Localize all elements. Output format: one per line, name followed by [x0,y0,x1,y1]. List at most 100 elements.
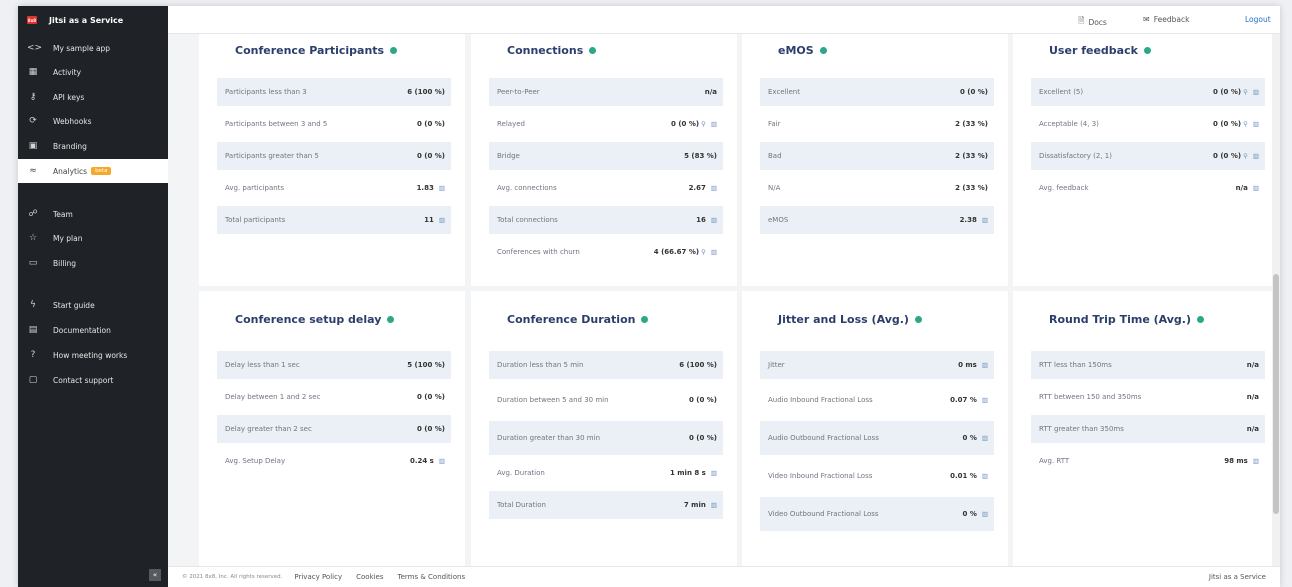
bar-chart-icon[interactable]: ▥ [1253,88,1259,96]
sidebar-item-api-keys[interactable]: ⚷ API keys [18,85,168,109]
metric-label: Jitter [768,361,785,369]
metric-value-group: 4 (66.67 %) ⚲ ▥ [654,248,717,256]
vertical-scrollbar[interactable] [1272,34,1280,566]
bar-chart-icon[interactable]: ▥ [711,469,717,477]
card-emos: eMOS Excellent 0 (0 %) Fair 2 (33 %) Bad 2 (33… [742,34,1008,286]
bar-chart-icon[interactable]: ▥ [711,120,717,128]
sidebar-item-my-sample-app[interactable]: <> My sample app [18,36,168,60]
bar-chart-icon[interactable]: ▥ [439,457,445,465]
metric-row: Avg. RTT 98 ms ▥ [1031,447,1265,475]
metric-row: Total Duration 7 min ▥ [489,491,723,519]
metric-row: Audio Inbound Fractional Loss 0.07 % ▥ [760,383,994,417]
metric-value-group: 0 (0 %) [417,425,445,433]
metric-value: 7 min [683,501,706,509]
metric-value: 2 (33 %) [955,120,988,128]
metric-value-group: 5 (100 %) [407,361,445,369]
metric-value-group: 0.24 s ▥ [410,457,445,465]
bar-chart-icon[interactable]: ▥ [711,216,717,224]
magnifier-icon[interactable]: ⚲ [1243,120,1248,128]
metric-value-group: 0 ms ▥ [958,361,988,369]
bar-chart-icon[interactable]: ▥ [982,396,988,404]
docs-link[interactable]: 🗎 Docs [1078,15,1107,29]
bar-chart-icon[interactable]: ▥ [711,501,717,509]
copyright: © 2021 8x8, Inc. All rights reserved. [182,574,283,580]
metric-value: 0 (0 %) [416,120,445,128]
metric-value-group: n/a [1247,393,1259,401]
bar-chart-icon[interactable]: ▥ [982,434,988,442]
metric-row: Video Outbound Fractional Loss 0 % ▥ [760,497,994,531]
metric-label: Delay between 1 and 2 sec [225,393,321,401]
bar-chart-icon[interactable]: ▥ [1253,457,1259,465]
metric-value: 0 (0 %) [688,396,717,404]
metric-row: Total connections 16 ▥ [489,206,723,234]
bar-chart-icon[interactable]: ▥ [439,216,445,224]
metric-value-group: 0 (0 %) [960,88,988,96]
bar-chart-icon[interactable]: ▥ [982,510,988,518]
metric-row: Participants less than 3 6 (100 %) [217,78,451,106]
bar-chart-icon[interactable]: ▥ [982,216,988,224]
documentation-icon: ▤ [28,325,38,335]
metric-label: Avg. Duration [497,469,545,477]
start-guide-icon: ϟ [30,300,36,310]
metric-value: 2.67 [688,184,706,192]
sidebar-item-how-meeting-works[interactable]: ? How meeting works [18,343,168,367]
sidebar-item-activity[interactable]: ▦ Activity [18,60,168,84]
sidebar-item-webhooks[interactable]: ⟳ Webhooks [18,109,168,133]
privacy-policy-link[interactable]: Privacy Policy [294,573,342,581]
metric-label: Bridge [497,152,520,160]
bar-chart-icon[interactable]: ▥ [982,361,988,369]
collapse-sidebar-icon[interactable]: « [149,569,161,581]
metric-value: n/a [1246,361,1259,369]
sidebar-item-documentation[interactable]: ▤ Documentation [18,318,168,342]
bar-chart-icon[interactable]: ▥ [1253,120,1259,128]
metric-row: Avg. Duration 1 min 8 s ▥ [489,459,723,487]
footer: © 2021 8x8, Inc. All rights reserved. Pr… [168,566,1280,587]
sidebar-item-start-guide[interactable]: ϟ Start guide [18,293,168,317]
metric-row: Duration less than 5 min 6 (100 %) [489,351,723,379]
scrollbar-thumb[interactable] [1273,274,1279,514]
metric-value: 0 % [962,434,977,442]
bar-chart-icon[interactable]: ▥ [711,184,717,192]
metric-value-group: 11 ▥ [424,216,445,224]
metric-row: Excellent (5) 0 (0 %) ⚲ ▥ [1031,78,1265,106]
sidebar-item-label: API keys [53,92,85,102]
sidebar-item-team[interactable]: ☍ Team [18,202,168,226]
magnifier-icon[interactable]: ⚲ [701,248,706,256]
sidebar-item-branding[interactable]: ▣ Branding [18,134,168,158]
sidebar-item-my-plan[interactable]: ☆ My plan [18,226,168,250]
brand[interactable]: 8x8 Jitsi as a Service [18,6,168,34]
magnifier-icon[interactable]: ⚲ [701,120,706,128]
metric-label: Avg. feedback [1039,184,1089,192]
bar-chart-icon[interactable]: ▥ [982,472,988,480]
metric-value-group: 0 (0 %) [689,434,717,442]
magnifier-icon[interactable]: ⚲ [1243,88,1248,96]
analytics-icon: ≈ [29,166,37,176]
magnifier-icon[interactable]: ⚲ [1243,152,1248,160]
terms-link[interactable]: Terms & Conditions [398,573,466,581]
bar-chart-icon[interactable]: ▥ [1253,152,1259,160]
metric-label: Audio Inbound Fractional Loss [768,396,873,404]
metric-value: n/a [1246,425,1259,433]
metric-value-group: 6 (100 %) [679,361,717,369]
metric-value: 0 (0 %) [1213,120,1242,128]
metric-label: Video Inbound Fractional Loss [768,472,873,480]
bar-chart-icon[interactable]: ▥ [1253,184,1259,192]
sidebar-item-analytics[interactable]: ≈ Analytics beta [18,159,168,183]
sidebar-item-contact-support[interactable]: ▢ Contact support [18,368,168,392]
8x8-logo-icon: 8x8 [27,16,37,24]
metric-value-group: n/a [705,88,717,96]
cookies-link[interactable]: Cookies [356,573,383,581]
feedback-link[interactable]: ✉ Feedback [1143,15,1189,24]
sidebar-item-billing[interactable]: ▭ Billing [18,251,168,275]
metric-label: N/A [768,184,781,192]
bar-chart-icon[interactable]: ▥ [711,248,717,256]
status-dot-icon [390,47,398,54]
bar-chart-icon[interactable]: ▥ [439,184,445,192]
metric-label: Excellent [768,88,800,96]
metric-label: RTT less than 150ms [1039,361,1112,369]
logout-link[interactable]: Logout [1245,15,1271,24]
metric-value-group: 2.38 ▥ [960,216,988,224]
metric-value: 2.38 [959,216,977,224]
footer-brand: Jitsi as a Service [1208,573,1266,581]
metric-value: 1 min 8 s [669,469,706,477]
